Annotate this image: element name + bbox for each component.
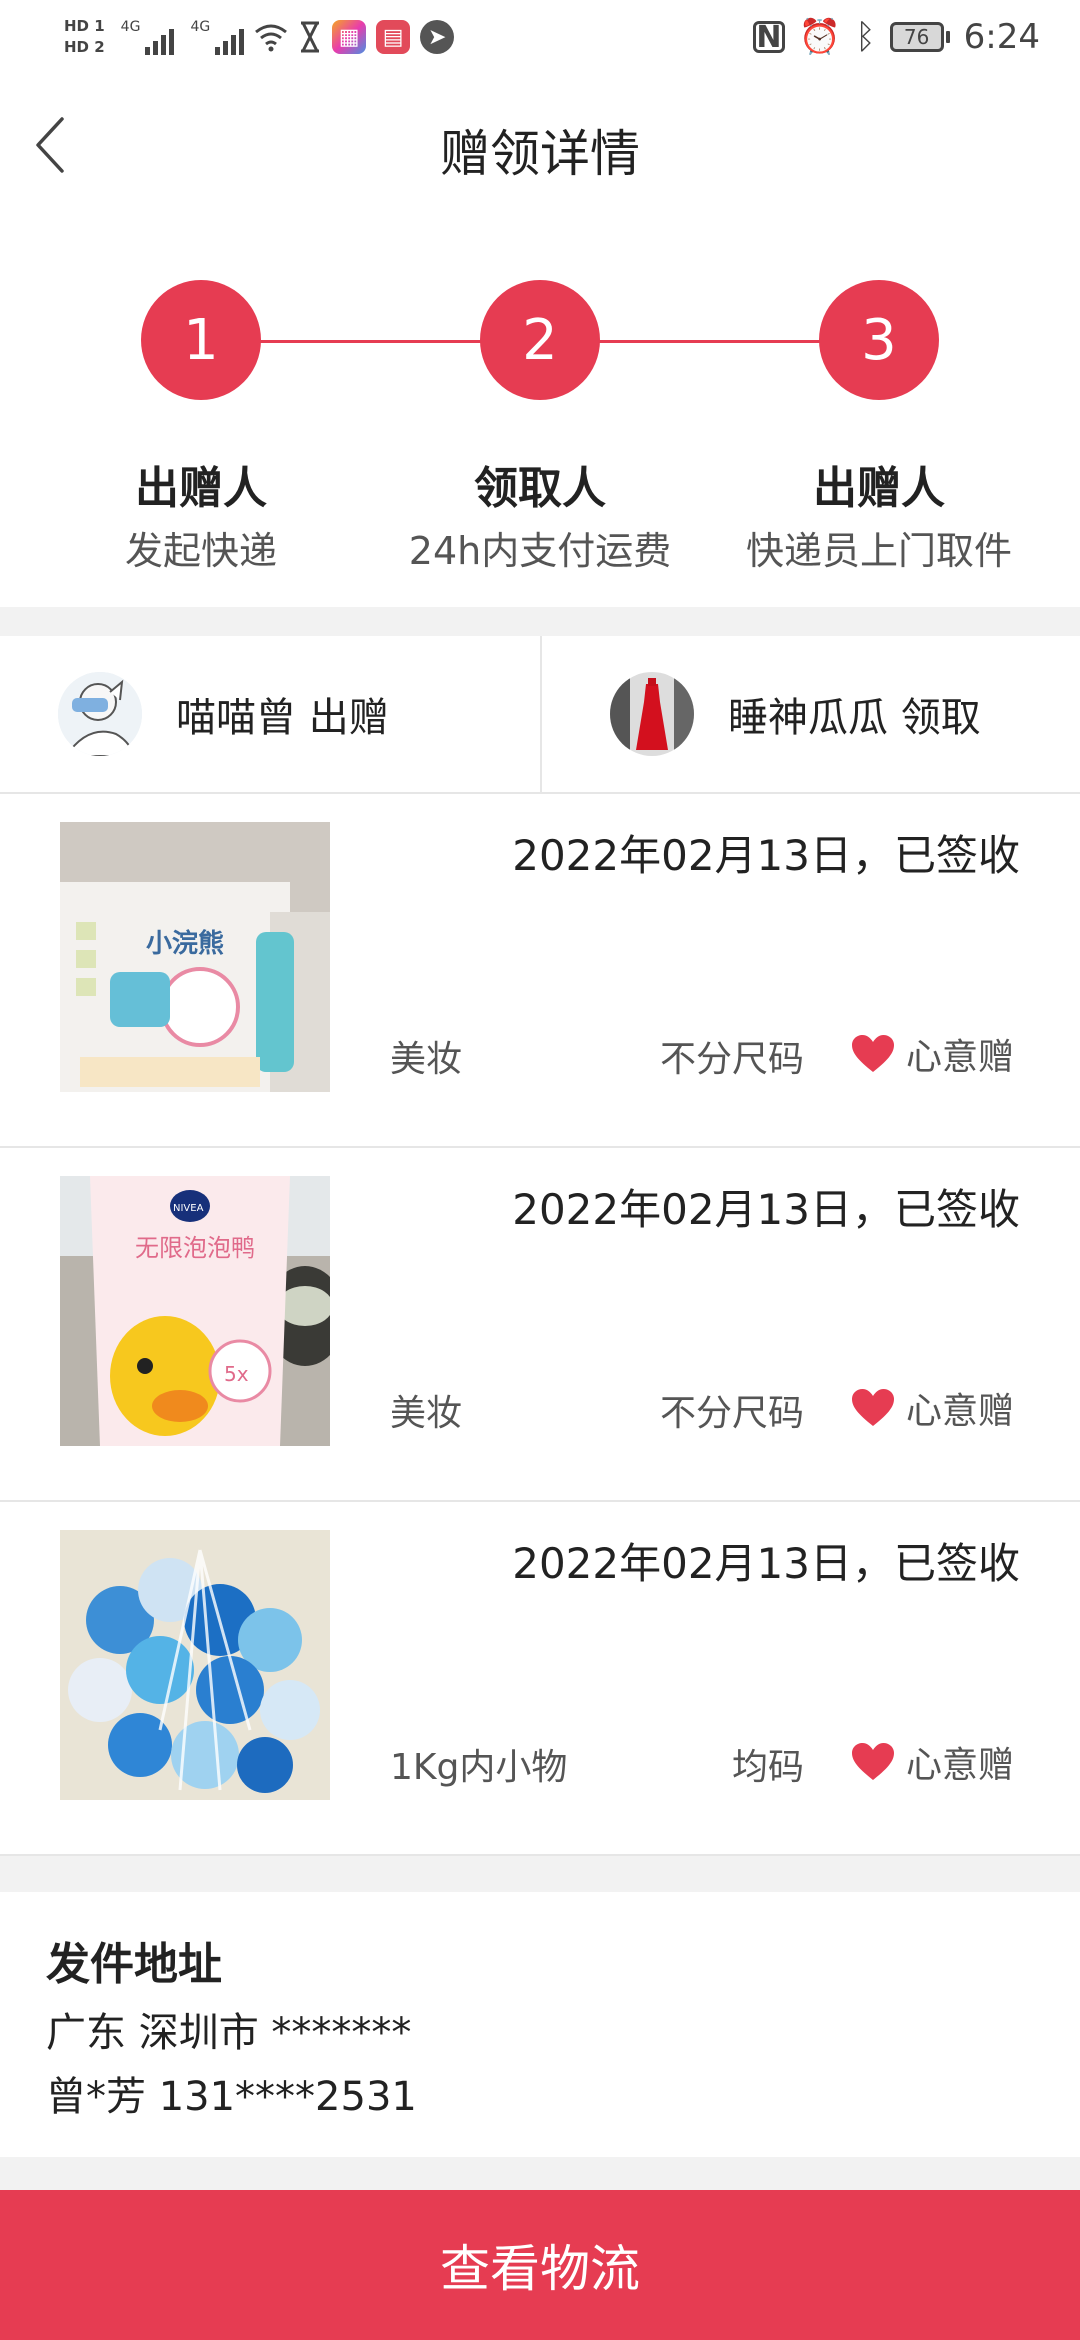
signal-icon-2: 4G xyxy=(190,19,245,55)
alarm-icon: ⏰ xyxy=(798,17,842,57)
address-title: 发件地址 xyxy=(46,1939,222,1990)
item-2-photo: NIVEA 无限泡泡鸭 5x xyxy=(60,1176,330,1446)
svg-text:NIVEA: NIVEA xyxy=(173,1203,204,1214)
hd-indicator: HD 1 HD 2 xyxy=(64,18,105,56)
step-1-subtitle: 发起快递 xyxy=(124,529,277,573)
item-1-category: 美妆 xyxy=(390,1039,463,1080)
heart-icon xyxy=(851,1743,894,1780)
item-1-size: 不分尺码 xyxy=(659,1039,804,1080)
parties-divider xyxy=(540,636,542,792)
progress-steps: 1 2 3 出赠人 领取人 出赠人 发起快递 24h内支付运费 快递员上门取件 xyxy=(0,222,1080,607)
address-line-1: 广东 深圳市 ******* xyxy=(46,2010,412,2056)
status-bar-right: N ⏰ ᛒ 76 6:24 xyxy=(752,10,1040,64)
item-3-category: 1Kg内小物 xyxy=(390,1747,568,1788)
giver-label: 喵喵曾 出赠 xyxy=(176,695,389,741)
battery-level: 76 xyxy=(903,25,930,49)
address-line-2: 曾*芳 131****2531 xyxy=(46,2074,417,2120)
header: 赠领详情 xyxy=(0,72,1080,222)
step-1-circle: 1 xyxy=(141,280,261,400)
item-3-gift-type: 心意赠 xyxy=(850,1736,1014,1788)
item-2-gift-label: 心意赠 xyxy=(905,1391,1014,1432)
battery-icon: 76 xyxy=(889,22,950,52)
svg-text:小浣熊: 小浣熊 xyxy=(146,928,224,959)
hourglass-icon xyxy=(301,21,320,53)
hd1-label: HD 1 xyxy=(64,17,105,35)
network-type-1: 4G xyxy=(120,19,141,35)
item-1-photo: 小浣熊 xyxy=(60,822,330,1092)
item-2-size: 不分尺码 xyxy=(659,1393,804,1434)
step-2-circle: 2 xyxy=(480,280,600,400)
item-3-gift-label: 心意赠 xyxy=(905,1745,1014,1786)
receiver-label: 睡神瓜瓜 领取 xyxy=(728,695,981,741)
item-3-photo xyxy=(60,1530,330,1800)
section-divider-2 xyxy=(0,1856,1080,1892)
receiver-avatar xyxy=(610,672,694,756)
network-type-2: 4G xyxy=(190,19,211,35)
heart-icon xyxy=(851,1035,894,1072)
step-3-subtitle: 快递员上门取件 xyxy=(745,529,1012,573)
receiver-info[interactable]: 睡神瓜瓜 领取 xyxy=(610,636,981,792)
status-bar: HD 1 HD 2 4G 4G ▦ ▤ ➤ N ⏰ ᛒ 76 6:24 xyxy=(0,0,1080,72)
view-logistics-button[interactable]: 查看物流 xyxy=(0,2190,1080,2340)
item-2-date: 2022年02月13日，已签收 xyxy=(512,1185,1020,1234)
step-1-title: 出赠人 xyxy=(135,463,267,514)
app-notification-icon-1: ▦ xyxy=(332,20,367,54)
item-3-date: 2022年02月13日，已签收 xyxy=(512,1539,1020,1588)
status-bar-left: HD 1 HD 2 4G 4G ▦ ▤ ➤ xyxy=(64,8,455,66)
svg-text:5x: 5x xyxy=(224,1362,249,1386)
step-2-title: 领取人 xyxy=(474,463,606,514)
item-1-gift-type: 心意赠 xyxy=(850,1028,1014,1080)
heart-icon xyxy=(851,1389,894,1426)
section-divider xyxy=(0,607,1080,636)
app-notification-icon-2: ▤ xyxy=(376,20,411,54)
svg-text:无限泡泡鸭: 无限泡泡鸭 xyxy=(135,1234,255,1262)
parties-row: 喵喵曾 出赠 睡神瓜瓜 领取 xyxy=(0,636,1080,794)
section-divider-3 xyxy=(0,2157,1080,2190)
item-1-gift-label: 心意赠 xyxy=(905,1037,1014,1078)
item-2-gift-type: 心意赠 xyxy=(850,1382,1014,1434)
gift-item-1[interactable]: 小浣熊 2022年02月13日，已签收 美妆 不分尺码 心意赠 xyxy=(0,792,1080,1148)
bluetooth-icon: ᛒ xyxy=(855,17,876,57)
step-3-circle: 3 xyxy=(819,280,939,400)
giver-info[interactable]: 喵喵曾 出赠 xyxy=(58,636,389,792)
item-2-category: 美妆 xyxy=(390,1393,463,1434)
clock: 6:24 xyxy=(963,17,1040,57)
page-title: 赠领详情 xyxy=(440,125,640,183)
app-notification-icon-3: ➤ xyxy=(420,20,455,54)
step-3-title: 出赠人 xyxy=(813,463,945,514)
gift-item-3[interactable]: 2022年02月13日，已签收 1Kg内小物 均码 心意赠 xyxy=(0,1500,1080,1856)
gift-item-2[interactable]: NIVEA 无限泡泡鸭 5x 2022年02月13日，已签收 美妆 不分尺码 心… xyxy=(0,1146,1080,1502)
item-1-date: 2022年02月13日，已签收 xyxy=(512,831,1020,880)
step-2-subtitle: 24h内支付运费 xyxy=(408,529,672,573)
sender-address: 发件地址 广东 深圳市 ******* 曾*芳 131****2531 xyxy=(0,1892,1080,2157)
nfc-icon: N xyxy=(752,20,785,55)
giver-avatar xyxy=(58,672,142,756)
wifi-icon xyxy=(255,24,288,52)
signal-icon-1: 4G xyxy=(121,19,175,55)
hd2-label: HD 2 xyxy=(64,38,105,56)
item-3-size: 均码 xyxy=(731,1747,804,1788)
